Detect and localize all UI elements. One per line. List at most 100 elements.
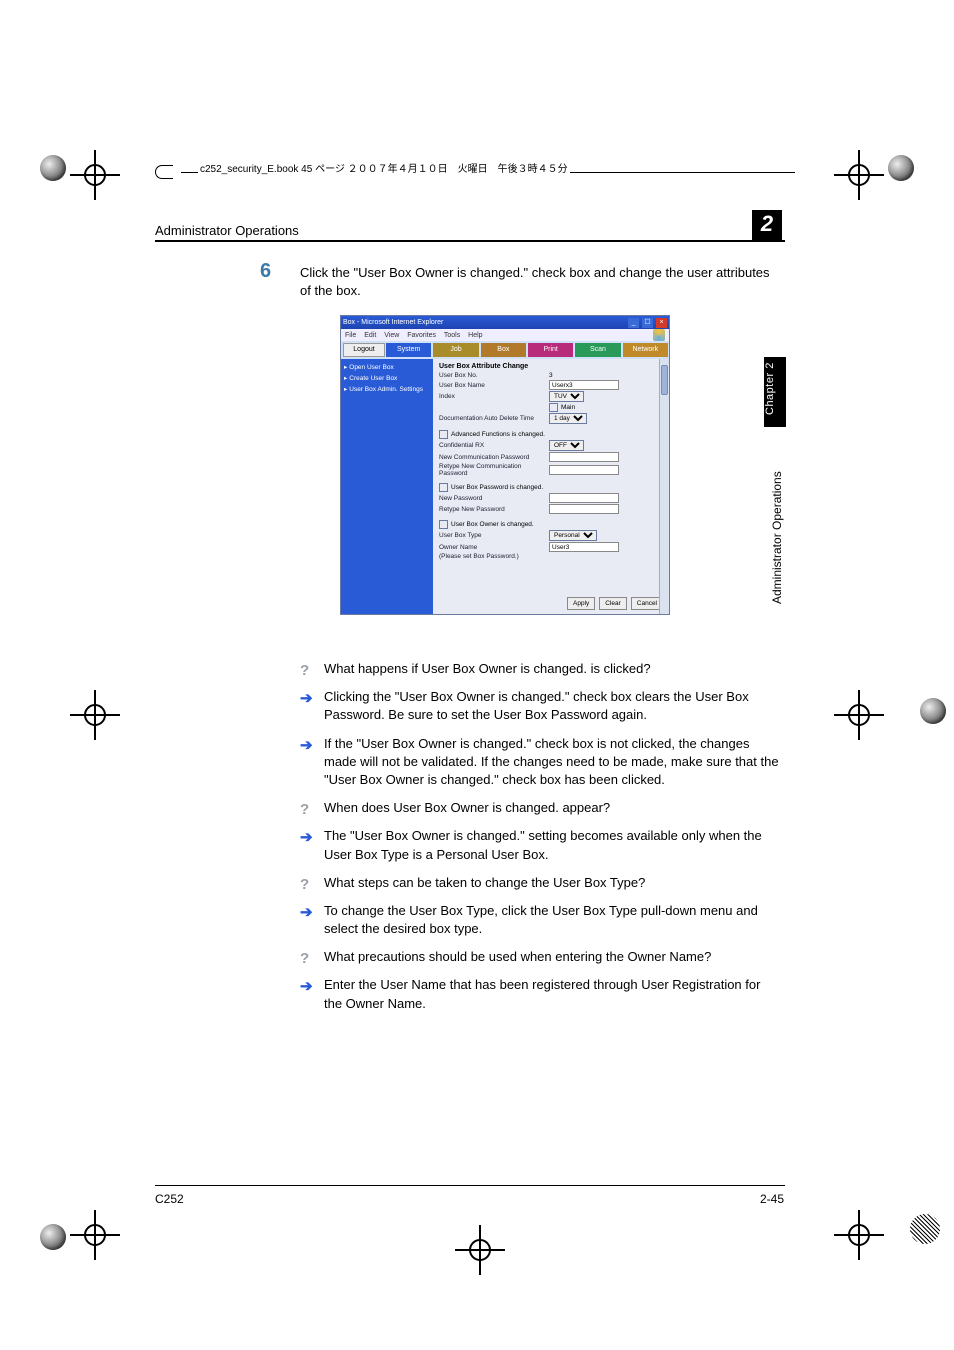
registration-mark — [834, 150, 884, 200]
tab-job[interactable]: Job — [433, 343, 478, 357]
question-mark-icon: ? — [300, 948, 309, 969]
crop-dot — [40, 1224, 66, 1250]
registration-mark — [455, 1225, 505, 1275]
select-auto-delete[interactable]: 1 day — [549, 413, 587, 424]
menu-file[interactable]: File — [345, 332, 356, 339]
registration-mark — [70, 1210, 120, 1260]
qa-text: If the "User Box Owner is changed." chec… — [324, 736, 779, 787]
lbl-index: Index — [439, 393, 549, 400]
side-text: Administrator Operations — [770, 438, 784, 638]
qa-text: Clicking the "User Box Owner is changed.… — [324, 689, 749, 722]
menu-favorites[interactable]: Favorites — [407, 332, 436, 339]
question-mark-icon: ? — [300, 874, 309, 895]
menu-view[interactable]: View — [384, 332, 399, 339]
qa-text: When does User Box Owner is changed. app… — [324, 800, 610, 815]
qa-text: To change the User Box Type, click the U… — [324, 903, 758, 936]
menu-help[interactable]: Help — [468, 332, 482, 339]
checkbox-main[interactable] — [549, 403, 558, 412]
input-retype-pw[interactable] — [549, 504, 619, 514]
select-conf-rx[interactable]: OFF — [549, 440, 584, 451]
lbl-owner-note: (Please set Box Password.) — [439, 553, 549, 560]
qa-answer: ➔The "User Box Owner is changed." settin… — [300, 827, 780, 863]
qa-answer: ➔ To change the User Box Type, click the … — [300, 902, 780, 938]
lbl-conf-rx: Confidential RX — [439, 442, 549, 449]
lbl-new-comm-pw: New Communication Password — [439, 454, 549, 461]
crop-dot — [920, 698, 946, 724]
step-text: Click the "User Box Owner is changed." c… — [300, 264, 770, 299]
lbl-advanced: Advanced Functions is changed. — [451, 431, 545, 438]
checkbox-pw-changed[interactable] — [439, 483, 448, 492]
crop-dot — [910, 1214, 940, 1244]
val-box-no: 3 — [549, 372, 553, 379]
tab-scan[interactable]: Scan — [575, 343, 620, 357]
lbl-box-type: User Box Type — [439, 532, 549, 539]
registration-mark — [834, 1210, 884, 1260]
arrow-icon: ➔ — [300, 902, 313, 923]
checkbox-owner-changed[interactable] — [439, 520, 448, 529]
footer-left: C252 — [155, 1192, 184, 1206]
tab-system[interactable]: System — [386, 343, 431, 357]
select-index[interactable]: TUV — [549, 391, 584, 402]
file-tag: c252_security_E.book 45 ページ ２００７年４月１０日 火… — [198, 160, 570, 175]
menu-edit[interactable]: Edit — [364, 332, 376, 339]
scrollbar-thumb[interactable] — [661, 365, 668, 395]
registration-mark — [834, 690, 884, 740]
sidebar-item-open[interactable]: ▸Open User Box — [344, 363, 430, 371]
registration-mark — [70, 150, 120, 200]
minimize-icon[interactable]: _ — [628, 318, 639, 328]
main-panel: User Box Attribute Change User Box No.3 … — [433, 359, 669, 614]
lbl-main: Main — [561, 404, 575, 411]
embedded-screenshot: Box - Microsoft Internet Explorer _ ☐ × … — [340, 315, 670, 615]
logout-button[interactable]: Logout — [343, 343, 385, 357]
apply-button[interactable]: Apply — [567, 597, 595, 610]
lbl-pw-changed: User Box Password is changed. — [451, 484, 543, 491]
page-header-title: Administrator Operations — [155, 223, 299, 238]
arrow-icon: ➔ — [300, 688, 313, 709]
input-box-name[interactable] — [549, 380, 619, 390]
footer-right: 2-45 — [760, 1192, 784, 1206]
scrollbar[interactable] — [659, 359, 669, 614]
lbl-retype-comm-pw: Retype New Communication Password — [439, 463, 549, 477]
checkbox-advanced[interactable] — [439, 430, 448, 439]
panel-title: User Box Attribute Change — [439, 363, 663, 370]
tab-print[interactable]: Print — [528, 343, 573, 357]
header-rule — [155, 240, 785, 242]
qa-question: ? When does User Box Owner is changed. ap… — [300, 799, 780, 817]
ie-logo-icon — [653, 329, 665, 341]
question-mark-icon: ? — [300, 799, 309, 820]
close-icon[interactable]: × — [656, 318, 667, 328]
input-retype-comm-pw[interactable] — [549, 465, 619, 475]
qa-text: Enter the User Name that has been regist… — [324, 977, 760, 1010]
maximize-icon[interactable]: ☐ — [642, 318, 653, 328]
lbl-box-name: User Box Name — [439, 382, 549, 389]
qa-text: What steps can be taken to change the Us… — [324, 875, 645, 890]
clear-button[interactable]: Clear — [599, 597, 627, 610]
qa-text: What precautions should be used when ent… — [324, 949, 711, 964]
select-box-type[interactable]: Personal — [549, 530, 597, 541]
lbl-owner-name: Owner Name — [439, 544, 549, 551]
qa-answer: ➔ Enter the User Name that has been regis… — [300, 976, 780, 1012]
arrow-icon: ➔ — [300, 976, 313, 997]
sidebar: ▸Open User Box ▸Create User Box ▸User Bo… — [341, 359, 433, 614]
input-new-pw[interactable] — [549, 493, 619, 503]
registration-mark — [70, 690, 120, 740]
tab-network[interactable]: Network — [623, 343, 668, 357]
sidebar-item-admin[interactable]: ▸User Box Admin. Settings — [344, 385, 430, 393]
qa-question: ? What precautions should be used when en… — [300, 948, 780, 966]
input-owner-name[interactable] — [549, 542, 619, 552]
qa-list: ? What happens if User Box Owner is chang… — [300, 660, 780, 1023]
qa-text: The "User Box Owner is changed." setting… — [324, 828, 762, 861]
lbl-owner-changed: User Box Owner is changed. — [451, 521, 534, 528]
crop-dot — [40, 155, 66, 181]
lbl-retype-pw: Retype New Password — [439, 506, 549, 513]
arrow-icon: ➔ — [300, 735, 313, 756]
crop-dot — [888, 155, 914, 181]
lbl-box-no: User Box No. — [439, 372, 549, 379]
menu-tools[interactable]: Tools — [444, 332, 460, 339]
qa-text: What happens if User Box Owner is change… — [324, 661, 651, 676]
qa-question: ? What steps can be taken to change the U… — [300, 874, 780, 892]
sidebar-item-create[interactable]: ▸Create User Box — [344, 374, 430, 382]
input-new-comm-pw[interactable] — [549, 452, 619, 462]
tab-box[interactable]: Box — [481, 343, 526, 357]
lbl-new-pw: New Password — [439, 495, 549, 502]
